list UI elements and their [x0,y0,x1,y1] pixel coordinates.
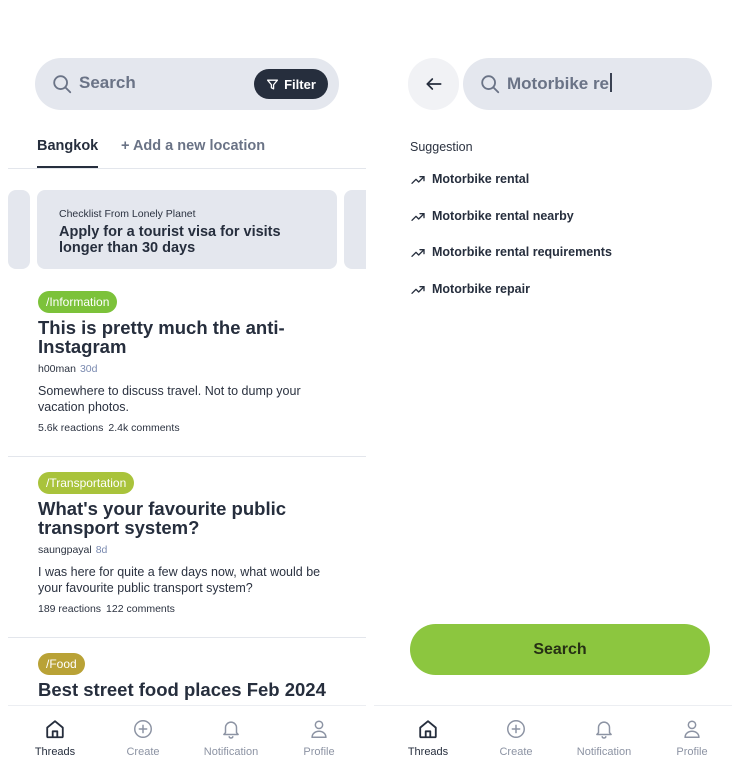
trending-up-icon [411,176,425,184]
post-time: 8d [95,544,108,556]
search-icon [53,75,72,94]
nav-create[interactable]: Create [99,718,187,758]
bell-icon [223,721,239,739]
post-title[interactable]: What's your favourite public transport s… [38,499,342,537]
trending-up-icon [411,212,425,221]
add-location-link[interactable]: + Add a new location [121,138,265,154]
post-meta: saungpayal 8d [38,544,342,556]
location-tabs: Bangkok + Add a new location [8,136,366,169]
user-icon [311,720,327,738]
post-stats: 189 reactions 122 comments [38,603,342,615]
post-card[interactable]: /Information This is pretty much the ant… [8,291,366,457]
post-tag[interactable]: /Information [38,291,118,313]
search-icon [481,75,500,94]
nav-label: Notification [203,746,259,758]
post-stats: 5.6k reactions 2.4k comments [38,422,342,434]
text-caret [610,73,612,92]
bell-icon [596,721,612,739]
nav-create[interactable]: Create [472,718,560,758]
suggestion-item[interactable]: Motorbike rental nearby [410,209,710,246]
arrow-left-icon [426,78,441,90]
suggestion-heading: Suggestion [410,140,473,154]
filter-icon [267,79,279,89]
nav-label: Notification [576,746,632,758]
post-tag[interactable]: /Food [38,653,85,675]
post-body: I was here for quite a few days now, wha… [38,565,321,595]
user-icon [684,720,700,738]
suggestion-text: Motorbike rental nearby [432,208,574,223]
plus-circle-icon [134,720,152,738]
post-tag[interactable]: /Transportation [38,472,135,494]
nav-threads[interactable]: Threads [11,718,99,758]
nav-label: Profile [676,746,708,758]
home-icon [419,720,437,739]
filter-label: Filter [284,76,316,92]
suggestion-text: Motorbike rental [432,172,530,186]
search-query-text: Motorbike re [507,74,610,93]
search-button[interactable]: Search [410,624,710,675]
bottom-nav: Threads Create Notification Profile [8,705,366,779]
post-time: 30d [79,363,98,375]
trending-up-icon [411,249,425,257]
post-card[interactable]: /Transportation What's your favourite pu… [8,472,366,638]
post-comments[interactable]: 122 comments [106,603,175,615]
threads-feed-screen: Search Filter Bangkok + Add a new locati… [8,0,366,779]
search-suggestions-screen: Motorbike re Suggestion Motorbike rental… [374,0,732,779]
nav-label: Create [126,746,160,758]
plus-circle-icon [507,720,525,738]
filter-button[interactable]: Filter [254,69,328,99]
suggestion-item[interactable]: Motorbike rental [410,172,710,209]
nav-threads[interactable]: Threads [384,718,472,758]
carousel-prev-card[interactable] [8,190,30,269]
post-author[interactable]: saungpayal [38,544,92,556]
nav-profile[interactable]: Profile [275,718,363,758]
featured-card[interactable]: Checklist From Lonely Planet Apply for a… [37,190,337,269]
trending-up-icon [411,285,425,294]
suggestion-list: Motorbike rental Motorbike rental nearby… [410,172,710,318]
tab-bangkok[interactable]: Bangkok [37,138,99,168]
post-reactions[interactable]: 189 reactions [38,603,101,615]
nav-notification[interactable]: Notification [560,718,648,758]
nav-label: Threads [34,746,76,758]
nav-label: Create [499,746,533,758]
search-input-value[interactable]: Motorbike re [507,73,612,94]
post-card[interactable]: /Food Best street food places Feb 2024 [8,653,366,713]
featured-title: Apply for a tourist visa for visits long… [59,224,281,256]
post-comments[interactable]: 2.4k comments [108,422,179,434]
suggestion-item[interactable]: Motorbike rental requirements [410,245,710,282]
search-bar[interactable]: Search Filter [35,58,339,110]
post-body: Somewhere to discuss travel. Not to dump… [38,384,301,414]
home-icon [46,720,64,739]
bottom-nav: Threads Create Notification Profile [374,705,732,779]
suggestion-text: Motorbike rental requirements [432,245,612,259]
post-author[interactable]: h00man [38,363,76,375]
nav-profile[interactable]: Profile [648,718,732,758]
post-title[interactable]: Best street food places Feb 2024 [38,680,342,699]
post-reactions[interactable]: 5.6k reactions [38,422,103,434]
post-meta: h00man 30d [38,363,342,375]
post-title[interactable]: This is pretty much the anti-Instagram [38,318,342,356]
suggestion-item[interactable]: Motorbike repair [410,282,710,319]
suggestion-text: Motorbike repair [432,281,530,296]
back-button[interactable] [408,58,459,110]
featured-subtitle: Checklist From Lonely Planet [59,208,196,220]
search-input[interactable]: Motorbike re [463,58,712,110]
search-placeholder[interactable]: Search [79,73,136,93]
nav-notification[interactable]: Notification [187,718,275,758]
carousel-next-card[interactable] [344,190,366,269]
nav-label: Profile [303,746,335,758]
nav-label: Threads [407,746,449,758]
